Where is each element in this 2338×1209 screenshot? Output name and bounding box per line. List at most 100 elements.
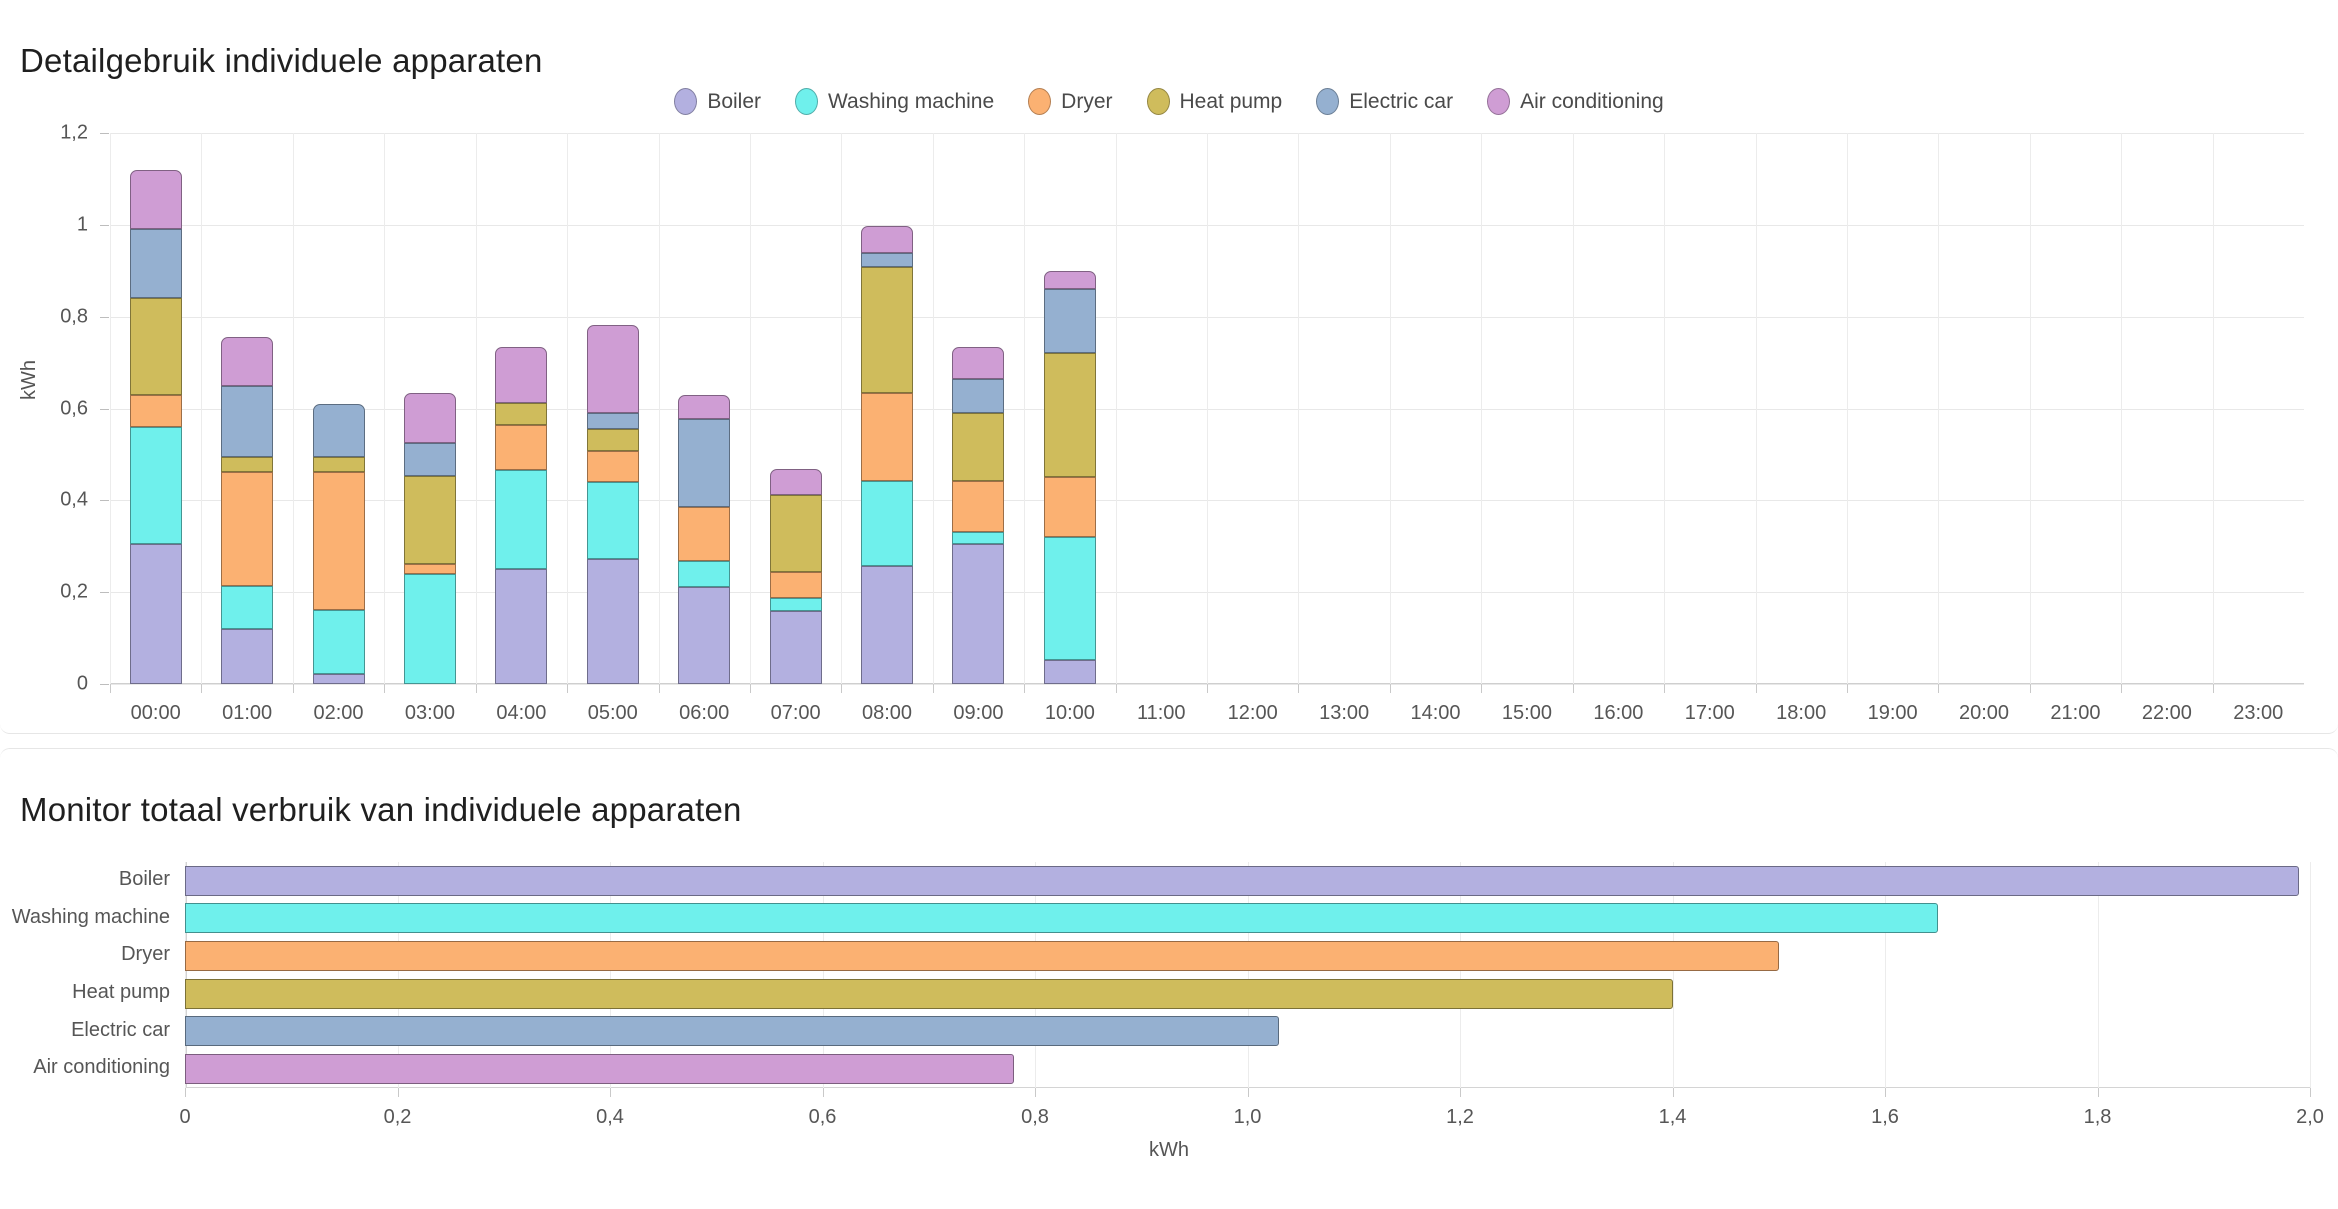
horizontal-bar-washing-machine[interactable]	[185, 903, 1939, 934]
stacked-bar-0400[interactable]	[495, 133, 548, 684]
bar-segment-air-conditioning[interactable]	[403, 392, 456, 444]
bar-segment-electric-car[interactable]	[403, 443, 456, 477]
bar-segment-washing-machine[interactable]	[221, 586, 274, 629]
stacked-bar-0900[interactable]	[952, 133, 1005, 684]
horizontal-bar-dryer[interactable]	[185, 941, 1779, 972]
bar-segment-dryer[interactable]	[495, 425, 548, 471]
stacked-bar-0100[interactable]	[221, 133, 274, 684]
x-tick-label: 06:00	[679, 702, 730, 724]
bar-segment-air-conditioning[interactable]	[769, 468, 822, 496]
stacked-bar-1000[interactable]	[1043, 133, 1096, 684]
bar-segment-boiler[interactable]	[678, 586, 731, 684]
bar-segment-dryer[interactable]	[129, 394, 182, 427]
bar-segment-boiler[interactable]	[586, 559, 639, 684]
bar-segment-washing-machine[interactable]	[312, 609, 365, 674]
bar-segment-boiler[interactable]	[861, 565, 914, 684]
bar-segment-heat-pump[interactable]	[129, 298, 182, 395]
horizontal-bar-boiler[interactable]	[185, 865, 2300, 896]
bar-segment-boiler[interactable]	[129, 543, 182, 684]
bar-segment-boiler[interactable]	[221, 628, 274, 684]
bar-segment-heat-pump[interactable]	[861, 267, 914, 394]
bar-segment-dryer[interactable]	[586, 450, 639, 482]
stacked-bar-0600[interactable]	[678, 133, 731, 684]
bar-segment-dryer[interactable]	[403, 563, 456, 574]
total-x-axis-label: kWh	[1149, 1139, 1189, 1161]
bar-segment-washing-machine[interactable]	[861, 480, 914, 566]
stacked-bar-0300[interactable]	[403, 133, 456, 684]
bar-segment-heat-pump[interactable]	[403, 476, 456, 564]
stacked-bar-0200[interactable]	[312, 133, 365, 684]
x-tick-label: 1,8	[2083, 1106, 2112, 1128]
legend-item-boiler[interactable]: Boiler	[674, 88, 761, 115]
bar-segment-electric-car[interactable]	[1043, 289, 1096, 354]
x-gridline	[1207, 133, 1208, 684]
x-gridline	[2121, 133, 2123, 684]
bar-segment-heat-pump[interactable]	[221, 456, 274, 473]
x-tick-mark	[1460, 1088, 1461, 1097]
x-tick-label: 11:00	[1136, 702, 1186, 724]
stacked-bar-0700[interactable]	[769, 133, 822, 684]
bar-segment-heat-pump[interactable]	[769, 495, 822, 573]
horizontal-bar-electric-car[interactable]	[185, 1016, 1280, 1047]
x-gridline	[1572, 133, 1574, 684]
bar-segment-air-conditioning[interactable]	[952, 347, 1005, 379]
legend-item-electric-car[interactable]: Electric car	[1316, 88, 1453, 115]
bar-segment-electric-car[interactable]	[221, 385, 274, 457]
stacked-bar-0800[interactable]	[861, 133, 914, 684]
bar-segment-boiler[interactable]	[1043, 660, 1096, 684]
bar-segment-air-conditioning[interactable]	[861, 225, 914, 254]
bar-segment-heat-pump[interactable]	[312, 457, 365, 472]
bar-segment-air-conditioning[interactable]	[221, 337, 274, 386]
bar-segment-air-conditioning[interactable]	[1043, 270, 1096, 290]
x-tick-mark	[2097, 1088, 2099, 1097]
legend-item-washing-machine[interactable]: Washing machine	[795, 88, 994, 115]
bar-segment-washing-machine[interactable]	[1043, 537, 1096, 661]
bar-segment-dryer[interactable]	[678, 507, 731, 562]
bar-segment-boiler[interactable]	[952, 543, 1005, 684]
bar-segment-heat-pump[interactable]	[495, 402, 548, 426]
horizontal-bar-air-conditioning[interactable]	[185, 1054, 1014, 1085]
bar-segment-dryer[interactable]	[861, 393, 914, 481]
bar-row-washing-machine	[185, 900, 2310, 938]
legend-item-air-conditioning[interactable]: Air conditioning	[1487, 88, 1664, 115]
bar-segment-washing-machine[interactable]	[586, 481, 639, 560]
bar-segment-air-conditioning[interactable]	[586, 325, 639, 413]
bar-segment-electric-car[interactable]	[129, 229, 182, 299]
bar-segment-electric-car[interactable]	[678, 419, 731, 508]
bar-segment-washing-machine[interactable]	[403, 573, 456, 684]
legend-swatch-icon	[1146, 88, 1170, 115]
bar-segment-electric-car[interactable]	[952, 378, 1005, 414]
bar-segment-electric-car[interactable]	[312, 404, 365, 458]
bar-segment-dryer[interactable]	[221, 472, 274, 587]
bar-segment-washing-machine[interactable]	[129, 426, 182, 544]
bar-segment-boiler[interactable]	[312, 673, 365, 684]
bar-segment-air-conditioning[interactable]	[129, 169, 182, 230]
bar-segment-electric-car[interactable]	[586, 412, 639, 429]
bar-segment-washing-machine[interactable]	[678, 561, 731, 587]
x-tick-label: 1,4	[1658, 1106, 1687, 1128]
bar-segment-washing-machine[interactable]	[952, 532, 1005, 544]
bar-segment-dryer[interactable]	[952, 481, 1005, 533]
bar-segment-air-conditioning[interactable]	[678, 395, 731, 420]
total-chart-title: Monitor totaal verbruik van individuele …	[20, 791, 742, 829]
x-gridline	[110, 133, 111, 684]
bar-segment-heat-pump[interactable]	[586, 428, 639, 451]
bar-segment-heat-pump[interactable]	[952, 413, 1005, 482]
x-tick-mark	[110, 684, 111, 693]
bar-segment-electric-car[interactable]	[861, 253, 914, 268]
bar-segment-boiler[interactable]	[769, 611, 822, 684]
bar-segment-dryer[interactable]	[769, 572, 822, 598]
bar-segment-boiler[interactable]	[495, 569, 548, 684]
bar-segment-dryer[interactable]	[312, 471, 365, 610]
stacked-bar-0000[interactable]	[129, 133, 182, 684]
bar-segment-air-conditioning[interactable]	[495, 346, 548, 403]
legend-item-heat-pump[interactable]: Heat pump	[1146, 88, 1282, 115]
bar-segment-washing-machine[interactable]	[495, 470, 548, 570]
legend-item-dryer[interactable]: Dryer	[1028, 88, 1113, 115]
horizontal-bar-heat-pump[interactable]	[185, 978, 1673, 1009]
bar-segment-washing-machine[interactable]	[769, 597, 822, 612]
bar-segment-heat-pump[interactable]	[1043, 353, 1096, 478]
stacked-bar-0500[interactable]	[586, 133, 639, 684]
bar-segment-dryer[interactable]	[1043, 477, 1096, 538]
x-gridline	[1846, 133, 1848, 684]
